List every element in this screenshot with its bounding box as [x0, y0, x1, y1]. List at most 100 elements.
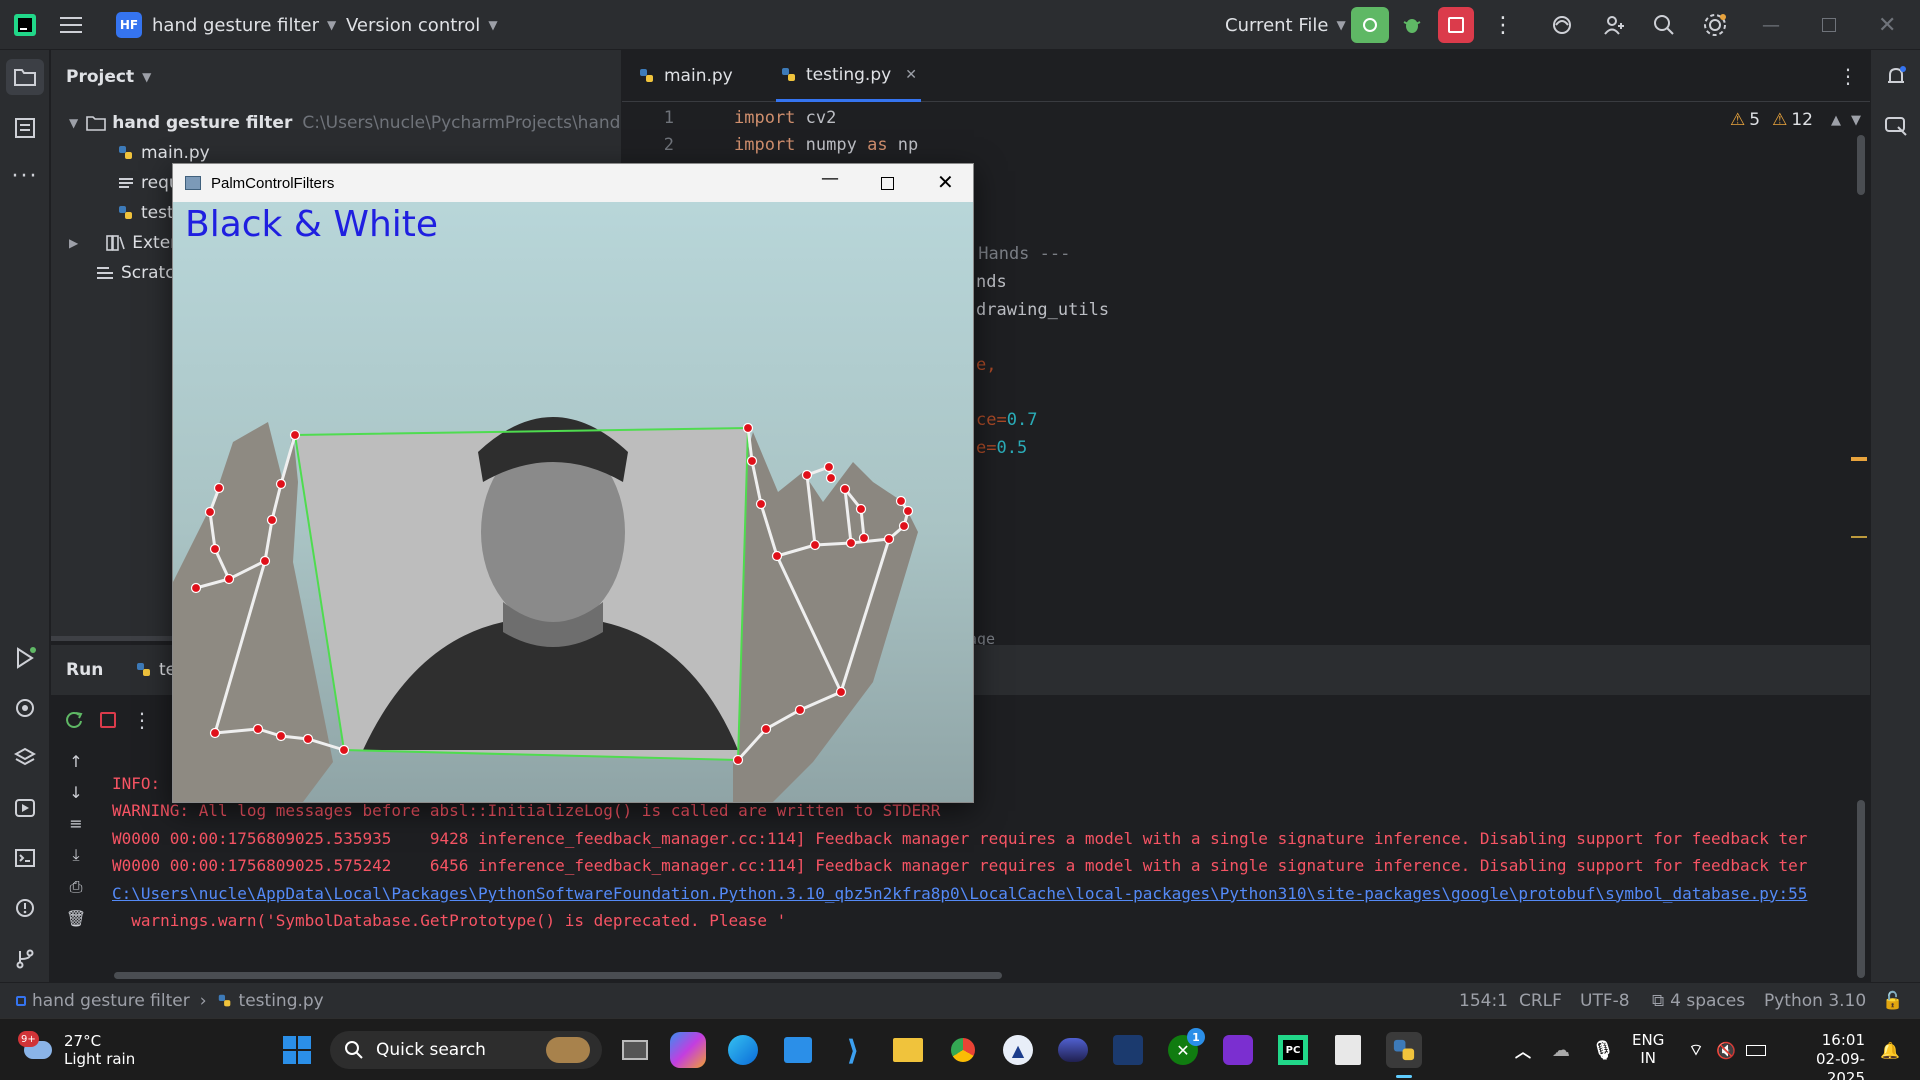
landmark-dot: [794, 704, 806, 716]
python-interpreter[interactable]: Python 3.10: [1764, 983, 1866, 1019]
copilot-icon[interactable]: [670, 1032, 706, 1068]
search-icon: [345, 1041, 363, 1059]
ai-assistant-icon[interactable]: [1550, 0, 1574, 50]
more-tools-icon[interactable]: ···: [0, 158, 50, 194]
lock-icon[interactable]: 🔓: [1882, 983, 1903, 1019]
media-app-icon[interactable]: [1055, 1032, 1091, 1068]
project-root-row[interactable]: ▼ hand gesture filter C:\Users\nucle\Pyc…: [69, 108, 673, 138]
line-ending[interactable]: CRLF: [1519, 983, 1562, 1019]
edge-browser-icon[interactable]: [725, 1032, 761, 1068]
system-app-icon[interactable]: [1110, 1032, 1146, 1068]
purple-app-icon[interactable]: [1220, 1032, 1256, 1068]
microphone-icon[interactable]: 🎙: [1585, 1032, 1621, 1068]
restore-button[interactable]: [1822, 0, 1836, 50]
stop-icon[interactable]: [100, 712, 116, 728]
wifi-icon[interactable]: ⌔: [1682, 1032, 1710, 1068]
console-link[interactable]: C:\Users\nucle\AppData\Local\Packages\Py…: [112, 880, 1869, 906]
caret-position[interactable]: 154:1: [1459, 983, 1508, 1019]
maximize-button[interactable]: [881, 177, 894, 190]
run-button[interactable]: [1351, 0, 1389, 50]
run-tool-button[interactable]: [0, 640, 50, 676]
file-explorer-icon[interactable]: [890, 1032, 926, 1068]
print-icon[interactable]: ⎙: [70, 877, 83, 897]
services-button[interactable]: [0, 740, 50, 776]
notification-center-icon[interactable]: 🔔: [1872, 1032, 1908, 1068]
store-icon[interactable]: [780, 1032, 816, 1068]
version-control-menu[interactable]: Version control ▼: [346, 0, 498, 50]
chevron-up-icon[interactable]: ︿: [1505, 1032, 1541, 1068]
python-packages-button[interactable]: [0, 690, 50, 726]
minimize-button[interactable]: —: [1762, 0, 1780, 50]
weather-widget[interactable]: 9+ 27°C Light rain: [18, 1027, 135, 1073]
run-tab[interactable]: te: [135, 645, 176, 695]
file-encoding[interactable]: UTF-8: [1580, 983, 1630, 1019]
breadcrumb-project[interactable]: hand gesture filter: [32, 991, 190, 1011]
tab-main-py[interactable]: main.py: [638, 50, 733, 102]
notepad-icon[interactable]: [1330, 1032, 1366, 1068]
code-line-2[interactable]: 2 import numpy as np: [622, 131, 919, 159]
tabs-more-icon[interactable]: ⋮: [1838, 50, 1858, 102]
python-app-icon[interactable]: [1386, 1032, 1422, 1068]
xbox-icon[interactable]: ✕ 1: [1165, 1028, 1205, 1068]
console-horizontal-scrollbar[interactable]: [114, 972, 1002, 979]
clock[interactable]: 16:01 02-09-2025: [1785, 1031, 1865, 1080]
python-console-button[interactable]: [0, 790, 50, 826]
scroll-to-end-icon[interactable]: ⤓: [72, 845, 79, 865]
problems-button[interactable]: [0, 890, 50, 926]
vscode-icon[interactable]: ⟩: [835, 1032, 871, 1068]
more-actions-button[interactable]: ⋮: [1492, 0, 1514, 50]
ai-chat-icon[interactable]: [1871, 108, 1920, 144]
project-switcher[interactable]: HF hand gesture filter ▼: [116, 0, 336, 50]
battery-icon[interactable]: [1742, 1032, 1770, 1068]
chevron-up-icon[interactable]: ▲: [1831, 113, 1841, 128]
project-panel-header[interactable]: Project ▼: [66, 62, 151, 92]
close-button[interactable]: ✕: [937, 170, 954, 194]
pycharm-taskbar-icon[interactable]: PC: [1275, 1032, 1311, 1068]
soft-wrap-icon[interactable]: ≡: [69, 814, 82, 833]
stop-button[interactable]: [1438, 0, 1474, 50]
more-actions-icon[interactable]: ⋮: [132, 708, 152, 732]
trash-icon[interactable]: 🗑: [66, 909, 86, 928]
volume-muted-icon[interactable]: 🔇: [1712, 1032, 1740, 1068]
structure-tool-button[interactable]: [0, 110, 50, 146]
main-menu-button[interactable]: [60, 0, 82, 50]
settings-gear-icon[interactable]: [1702, 0, 1728, 50]
code-line-1[interactable]: 1 import cv2: [622, 104, 837, 132]
taskbar-search-box[interactable]: Quick search: [330, 1031, 602, 1069]
project-file-testing[interactable]: testi: [117, 198, 178, 228]
project-tool-button[interactable]: [6, 59, 44, 95]
project-name: hand gesture filter: [152, 14, 320, 36]
terminal-button[interactable]: [0, 840, 50, 876]
inspection-widget[interactable]: ⚠ 5 ⚠ 12 ▲ ▼: [1730, 106, 1861, 134]
run-config-selector[interactable]: Current File ▼: [1225, 0, 1346, 50]
indent-setting[interactable]: ⧉ 4 spaces: [1652, 983, 1745, 1019]
breadcrumb-file[interactable]: testing.py: [239, 991, 324, 1011]
project-file-requirements[interactable]: requ: [117, 168, 180, 198]
rerun-icon[interactable]: [64, 710, 84, 730]
scroll-down-icon[interactable]: ↓: [69, 783, 82, 802]
chrome-icon[interactable]: [945, 1032, 981, 1068]
editor-scrollbar[interactable]: [1857, 135, 1865, 195]
notifications-bell-icon[interactable]: [1871, 59, 1920, 95]
minimize-button[interactable]: —: [821, 168, 839, 189]
chevron-down-icon[interactable]: ▼: [1851, 113, 1861, 128]
warning-marker[interactable]: [1851, 536, 1867, 538]
windows-start-icon[interactable]: [279, 1032, 315, 1068]
search-icon[interactable]: [1652, 0, 1676, 50]
close-button[interactable]: ✕: [1878, 0, 1896, 50]
language-indicator[interactable]: ENG IN: [1632, 1031, 1664, 1067]
git-button[interactable]: [0, 940, 50, 976]
debug-button[interactable]: [1401, 0, 1423, 50]
arc-app-icon[interactable]: ▲: [1000, 1032, 1036, 1068]
code-text: np: [887, 135, 919, 155]
scroll-up-icon[interactable]: ↑: [69, 752, 82, 771]
task-view-icon[interactable]: [617, 1032, 653, 1068]
onedrive-offline-icon[interactable]: ☁: [1543, 1032, 1579, 1068]
warning-marker[interactable]: [1851, 457, 1867, 461]
tab-close-icon[interactable]: ✕: [905, 67, 917, 83]
console-vertical-scrollbar[interactable]: [1857, 800, 1865, 978]
chevron-right-icon: ▶: [69, 236, 79, 250]
code-with-me-icon[interactable]: [1602, 0, 1626, 50]
tab-testing-py[interactable]: testing.py ✕: [776, 50, 921, 102]
camera-window-titlebar[interactable]: PalmControlFilters — ✕: [173, 164, 973, 202]
